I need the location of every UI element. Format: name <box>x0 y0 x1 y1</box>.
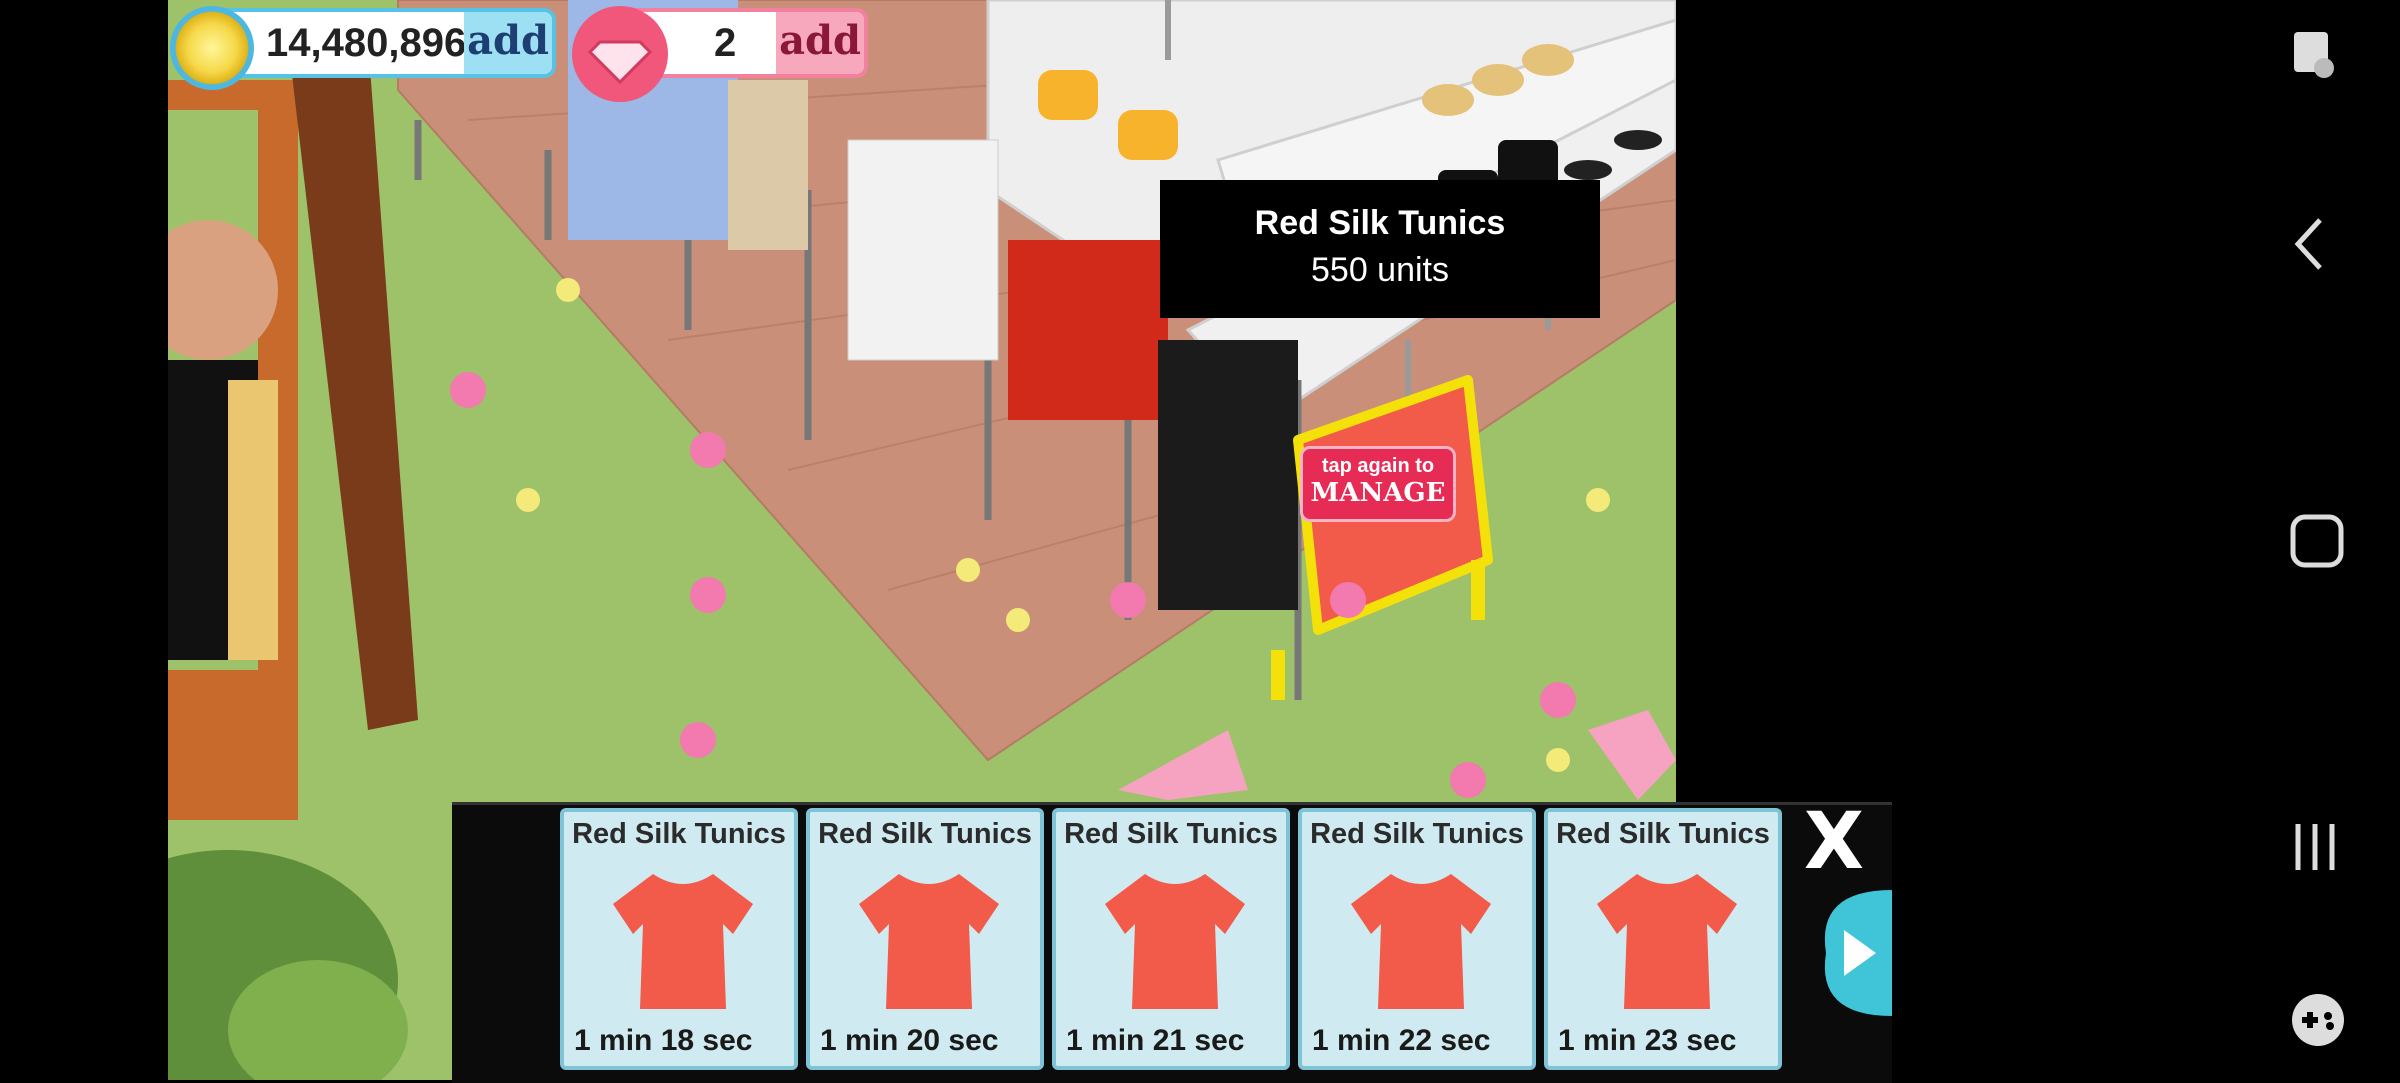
home-icon[interactable] <box>2290 514 2344 573</box>
item-timer: 1 min 21 sec <box>1066 1024 1245 1057</box>
item-tooltip: Red Silk Tunics 550 units <box>1160 180 1600 318</box>
tunic-icon <box>1105 874 1245 1009</box>
next-page-arrow-icon[interactable] <box>1816 890 1892 1016</box>
item-timer: 1 min 23 sec <box>1558 1024 1737 1057</box>
add-coins-button[interactable]: add <box>464 12 552 74</box>
game-launcher-icon[interactable] <box>2290 992 2346 1053</box>
item-timer: 1 min 20 sec <box>820 1024 999 1057</box>
item-name: Red Silk Tunics <box>1064 818 1278 850</box>
item-name: Red Silk Tunics <box>572 818 786 850</box>
coin-icon <box>170 6 254 90</box>
tooltip-title: Red Silk Tunics <box>1254 204 1506 242</box>
manage-sign-line1: tap again to <box>1321 455 1435 477</box>
item-name: Red Silk Tunics <box>1556 818 1770 850</box>
tunic-icon <box>1597 874 1737 1009</box>
add-gems-button[interactable]: add <box>776 12 864 74</box>
gem-icon <box>572 6 668 102</box>
close-panel-button[interactable]: X <box>1794 803 1874 881</box>
restock-item-card[interactable]: Red Silk Tunics 1 min 18 sec <box>560 808 798 1070</box>
restock-item-card[interactable]: Red Silk Tunics 1 min 21 sec <box>1052 808 1290 1070</box>
tooltip-units: 550 units <box>1311 251 1449 289</box>
tunic-icon <box>859 874 999 1009</box>
restock-item-card[interactable]: Red Silk Tunics 1 min 20 sec <box>806 808 1044 1070</box>
item-timer: 1 min 22 sec <box>1312 1024 1491 1057</box>
coin-amount: 14,480,896 <box>266 21 467 65</box>
item-timer: 1 min 18 sec <box>574 1024 753 1057</box>
tunic-icon <box>613 874 753 1009</box>
back-icon[interactable] <box>2290 214 2330 279</box>
manage-sign-line2: MANAGE <box>1310 478 1446 508</box>
restock-item-card[interactable]: Red Silk Tunics 1 min 22 sec <box>1298 808 1536 1070</box>
manage-sign[interactable]: tap again to MANAGE <box>1300 446 1456 522</box>
item-name: Red Silk Tunics <box>818 818 1032 850</box>
recents-icon[interactable] <box>2290 820 2340 879</box>
system-nav-bar <box>2176 0 2400 1080</box>
item-name: Red Silk Tunics <box>1310 818 1524 850</box>
gem-amount: 2 <box>714 21 737 65</box>
tunic-icon <box>1351 874 1491 1009</box>
restock-item-card[interactable]: Red Silk Tunics 1 min 23 sec <box>1544 808 1782 1070</box>
screen-lock-icon[interactable] <box>2290 28 2338 89</box>
